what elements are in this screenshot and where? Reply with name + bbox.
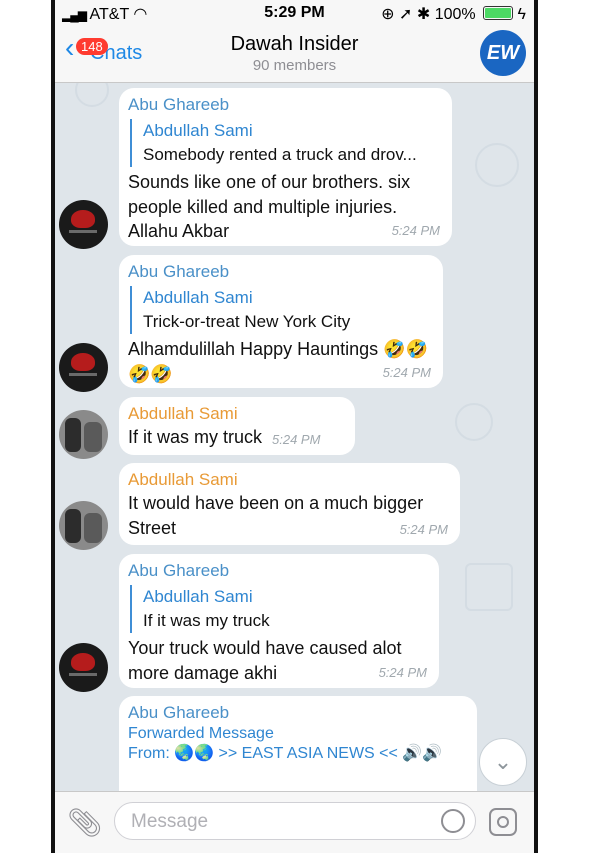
message-time: 5:24 PM xyxy=(272,432,321,447)
reply-name: Abdullah Sami xyxy=(143,587,253,606)
camera-icon[interactable] xyxy=(489,808,517,836)
message-bubble[interactable]: Abu Ghareeb Abdullah Sami Trick-or-treat… xyxy=(119,255,443,388)
message-time: 5:24 PM xyxy=(382,365,431,380)
sender-name[interactable]: Abu Ghareeb xyxy=(128,261,433,283)
sender-name[interactable]: Abu Ghareeb xyxy=(128,560,429,582)
message-text: If it was my truck 5:24 PM xyxy=(128,425,345,453)
message-field[interactable] xyxy=(114,802,476,840)
message-list[interactable]: Abu Ghareeb Abdullah Sami Somebody rente… xyxy=(55,83,534,791)
doodle-icon xyxy=(475,143,519,187)
reply-preview[interactable]: Abdullah Sami Trick-or-treat New York Ci… xyxy=(130,286,433,334)
message-bubble[interactable]: Abu Ghareeb Forwarded Message From: 🌏🌏 >… xyxy=(119,696,477,791)
battery-icon xyxy=(483,6,514,20)
message-time: 5:24 PM xyxy=(399,522,448,537)
doodle-icon xyxy=(465,563,513,611)
member-count: 90 members xyxy=(252,57,337,74)
reply-preview[interactable]: Abdullah Sami If it was my truck xyxy=(130,585,429,633)
message-time: 5:24 PM xyxy=(391,223,440,238)
phone-screen: ▂▄▆ AT&T ◠ 5:29 PM ⊕ ➚ ✱ 100% ϟ ‹ Chats … xyxy=(55,0,534,853)
reply-text: If it was my truck xyxy=(143,611,270,630)
status-bar: ▂▄▆ AT&T ◠ 5:29 PM ⊕ ➚ ✱ 100% ϟ xyxy=(55,0,534,28)
sender-name[interactable]: Abu Ghareeb xyxy=(128,702,467,724)
avatar[interactable] xyxy=(59,643,108,692)
sender-name[interactable]: Abu Ghareeb xyxy=(128,94,442,116)
status-right: ⊕ ➚ ✱ 100% ϟ xyxy=(381,4,526,24)
avatar[interactable] xyxy=(59,410,108,459)
sender-name[interactable]: Abdullah Sami xyxy=(128,469,450,491)
avatar[interactable] xyxy=(59,343,108,392)
location-icon: ➚ xyxy=(398,6,413,23)
sticker-icon[interactable] xyxy=(441,809,465,833)
reply-text: Trick-or-treat New York City xyxy=(143,312,351,331)
doodle-icon xyxy=(75,83,109,107)
channel-avatar[interactable]: EW xyxy=(480,30,526,76)
message-bubble[interactable]: Abdullah Sami If it was my truck 5:24 PM xyxy=(119,397,355,455)
forward-source[interactable]: From: 🌏🌏 >> EAST ASIA NEWS << 🔊🔊 xyxy=(128,744,458,764)
chevron-down-icon: ⌄ xyxy=(493,749,513,774)
rotation-lock-icon: ⊕ xyxy=(381,6,395,23)
chat-title[interactable]: Dawah Insider xyxy=(55,33,534,56)
reply-text: Somebody rented a truck and drov... xyxy=(143,145,417,164)
paperclip-icon[interactable]: 📎︎ xyxy=(67,806,103,839)
battery-percent: 100% xyxy=(434,6,476,23)
message-bubble[interactable]: Abdullah Sami It would have been on a mu… xyxy=(119,463,460,545)
sender-name[interactable]: Abdullah Sami xyxy=(128,403,345,425)
message-bubble[interactable]: Abu Ghareeb Abdullah Sami If it was my t… xyxy=(119,554,439,688)
reply-preview[interactable]: Abdullah Sami Somebody rented a truck an… xyxy=(130,119,442,167)
message-bubble[interactable]: Abu Ghareeb Abdullah Sami Somebody rente… xyxy=(119,88,452,246)
doodle-icon xyxy=(455,403,493,441)
message-input[interactable] xyxy=(129,809,433,835)
bluetooth-icon: ✱ xyxy=(416,6,431,23)
scroll-down-button[interactable]: ⌄ xyxy=(479,738,527,786)
charging-icon: ϟ xyxy=(517,6,526,23)
avatar[interactable] xyxy=(59,501,108,550)
device-bezel-right xyxy=(534,0,538,853)
message-composer: 📎︎ xyxy=(55,791,534,853)
forward-label: Forwarded Message xyxy=(128,725,274,742)
chat-header: ‹ Chats 148 Dawah Insider 90 members EW xyxy=(55,28,534,83)
reply-name: Abdullah Sami xyxy=(143,121,253,140)
message-time: 5:24 PM xyxy=(378,665,427,680)
avatar[interactable] xyxy=(59,200,108,249)
reply-name: Abdullah Sami xyxy=(143,288,253,307)
